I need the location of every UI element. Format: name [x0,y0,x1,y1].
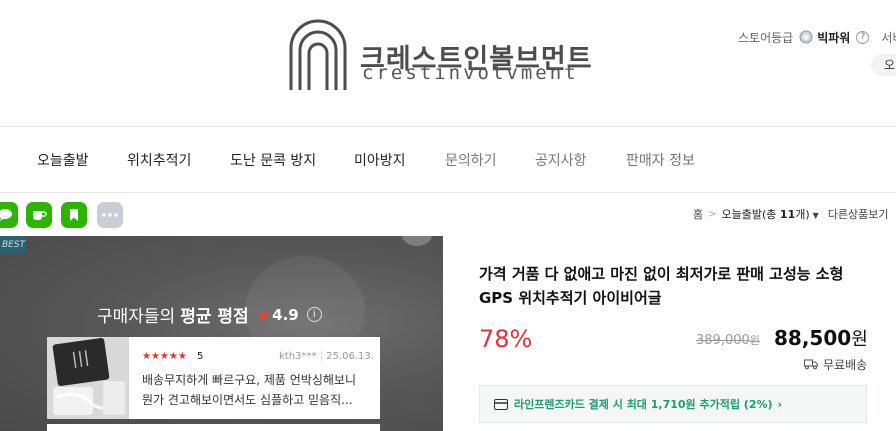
share-talk-button[interactable] [0,202,18,228]
shipping-label: 무료배송 [823,358,868,372]
breadcrumb-home[interactable]: 홈 [693,206,703,222]
best-badge: BEST [0,236,26,254]
nav-item-child-safety[interactable]: 미아방지 [354,150,406,170]
review-text: 배송무지하게 빠르구요, 제품 언박싱해보니 뭔가 견고해보이면서도 심플하고 … [142,373,356,407]
nav-item-notice[interactable]: 공지사항 [535,150,587,170]
gallery-control-icon[interactable] [402,236,432,246]
caret-down-icon: ▼ [812,211,819,220]
review-card[interactable]: ★★★★★ 5 kth3*** | 25.06.13. 배송무지하게 빠르구요,… [47,337,380,419]
store-grade-label: 스토어등급 [738,30,794,45]
original-price-value: 389,000 [696,333,750,348]
service-label: 서비 [881,30,896,45]
info-icon[interactable]: i [306,307,322,322]
logo-arch-icon [289,19,347,90]
review-meta: kth3*** | 25.06.13. [279,351,374,362]
blog-bookmark-icon [70,209,78,221]
sale-price-unit: 원 [851,329,868,350]
sale-price-value: 88,500 [774,326,852,350]
talk-icon [0,209,12,221]
credit-card-icon [494,398,508,410]
store-action-pill[interactable]: 오 [871,54,896,76]
breadcrumb-category: 오늘출발 [721,208,762,221]
sale-price: 88,500원 [774,325,868,351]
breadcrumb-count-close: ) [805,208,810,221]
help-icon[interactable]: ? [856,30,870,44]
review-card-next[interactable] [47,424,380,431]
product-box-icon [47,337,129,419]
store-header: 크레스트인볼브먼트 crestinvolvment 스토어등급 빅파워 ? 서비… [0,0,896,126]
nav-item-today-shipping[interactable]: 오늘출발 [37,150,89,170]
other-products-link[interactable]: 다른상품보기 [828,206,889,222]
share-breadcrumb-row: 홈 > 오늘출발(총 11개) ▼ 다른상품보기 [0,193,896,236]
review-date: 25.06.13. [326,351,374,362]
cafe-icon [33,211,47,220]
review-author: kth3*** [279,351,317,362]
rating-score: 4.9 [272,305,299,324]
card-benefit-banner[interactable]: 라인프렌즈카드 결제 시 최대 1,710원 추가적립 (2%) › [479,385,867,423]
share-cafe-button[interactable] [26,202,52,228]
rating-prefix: 구매자들의 [97,307,176,327]
brand-name-english: crestinvolvment [362,62,579,84]
average-rating-heading: 구매자들의 평균 평점 ★ 4.9 i [97,302,322,327]
nav-item-seller-info[interactable]: 판매자 정보 [626,150,695,170]
nav-item-gps-tracker[interactable]: 위치추적기 [127,150,191,170]
store-grade: 스토어등급 빅파워 ? 서비 [738,27,896,47]
review-photo [47,337,129,419]
original-price: 389,000원 [696,332,760,348]
breadcrumb: 홈 > 오늘출발(총 11개) ▼ 다른상품보기 [693,206,889,222]
store-grade-name: 빅파워 [817,30,851,45]
chevron-right-icon: › [777,397,783,411]
truck-icon [804,359,818,370]
rating-label: 평균 평점 [180,307,249,327]
breadcrumb-category-dropdown[interactable]: 오늘출발(총 11개) ▼ [722,206,819,222]
discount-rate: 78% [479,325,533,353]
share-blog-button[interactable] [61,202,87,228]
nav-item-inquiry[interactable]: 문의하기 [445,150,497,170]
grade-medal-icon [799,30,813,44]
rating-star-icon: ★ [256,305,271,324]
breadcrumb-count: 11 [779,208,796,221]
category-nav: 오늘출발 위치추적기 도난 문콕 방지 미아방지 문의하기 공지사항 판매자 정… [0,126,896,193]
original-price-unit: 원 [749,334,760,347]
breadcrumb-separator-icon: > [708,208,717,220]
product-image-gallery[interactable]: BEST 구매자들의 평균 평점 ★ 4.9 i ★★★★★ 5 kth3***… [0,236,443,431]
review-stars-icon: ★★★★★ [142,351,187,362]
breadcrumb-count-unit: 개 [795,208,806,221]
store-logo[interactable]: 크레스트인볼브먼트 crestinvolvment [287,16,607,91]
breadcrumb-count-open: (총 [762,208,780,221]
nav-item-anti-theft[interactable]: 도난 문콕 방지 [230,150,316,170]
product-title: 가격 거품 다 없애고 마진 없이 최저가로 판매 고성능 소형 GPS 위치추… [479,265,844,307]
review-score: 5 [197,351,204,362]
share-more-button[interactable] [97,202,123,228]
shipping-info: 무료배송 [804,356,867,373]
more-icon [102,213,118,217]
card-benefit-text: 라인프렌즈카드 결제 시 최대 1,710원 추가적립 (2%) [514,398,773,411]
